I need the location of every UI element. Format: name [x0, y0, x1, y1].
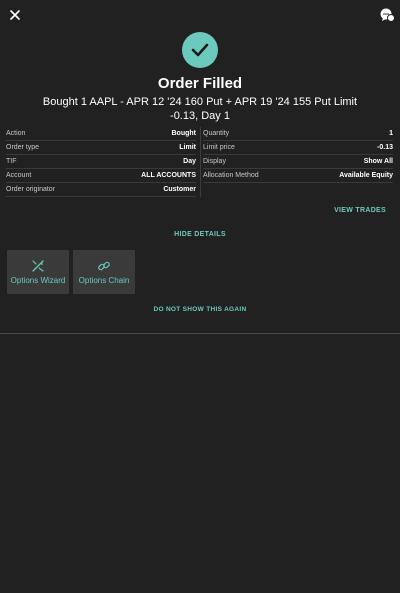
- detail-label: Quantity: [203, 130, 230, 137]
- do-not-show-again-link[interactable]: DO NOT SHOW THIS AGAIN: [0, 306, 400, 313]
- section-divider: [0, 333, 400, 334]
- detail-row-order-type: Order type Limit: [6, 141, 196, 155]
- detail-label: Order originator: [6, 186, 56, 193]
- tile-label: Options Wizard: [10, 276, 66, 285]
- success-check-badge: [182, 32, 218, 68]
- order-details: Action Bought Order type Limit TIF Day A…: [6, 127, 394, 199]
- detail-label: Limit price: [203, 144, 235, 151]
- quick-actions: Options Wizard Options Chain: [7, 250, 135, 294]
- tile-label: Options Chain: [78, 276, 130, 285]
- close-icon: [10, 10, 20, 20]
- detail-value: Show All: [363, 158, 393, 165]
- close-button[interactable]: [6, 6, 24, 24]
- link-icon: [98, 261, 110, 271]
- details-left-column: Action Bought Order type Limit TIF Day A…: [6, 127, 196, 197]
- detail-value: Bought: [171, 130, 197, 137]
- detail-label: Allocation Method: [203, 172, 259, 179]
- detail-row-limit-price: Limit price -0.13: [203, 141, 393, 155]
- detail-value: Customer: [163, 186, 196, 193]
- detail-value: Available Equity: [339, 172, 393, 179]
- detail-value: ALL ACCOUNTS: [141, 172, 196, 179]
- checkmark-icon: [191, 43, 209, 57]
- detail-label: TIF: [6, 158, 17, 165]
- options-wizard-button[interactable]: Options Wizard: [7, 250, 69, 294]
- column-divider: [200, 127, 201, 197]
- options-chain-button[interactable]: Options Chain: [73, 250, 135, 294]
- chat-icon: [380, 8, 395, 22]
- order-status-title: Order Filled: [157, 75, 243, 92]
- detail-label: Order type: [6, 144, 40, 151]
- detail-row-allocation-method: Allocation Method Available Equity: [203, 169, 393, 183]
- detail-label: Action: [6, 130, 26, 137]
- wand-icon: [32, 260, 44, 272]
- detail-row-quantity: Quantity 1: [203, 127, 393, 141]
- top-bar: [0, 0, 400, 32]
- detail-row-tif: TIF Day: [6, 155, 196, 169]
- order-description: Bought 1 AAPL - APR 12 '24 160 Put + APR…: [42, 96, 358, 122]
- detail-value: 1: [389, 130, 393, 137]
- detail-value: -0.13: [377, 144, 393, 151]
- details-right-column: Quantity 1 Limit price -0.13 Display Sho…: [203, 127, 393, 183]
- detail-label: Display: [203, 158, 226, 165]
- detail-value: Day: [183, 158, 196, 165]
- detail-value: Limit: [179, 144, 196, 151]
- view-trades-link[interactable]: VIEW TRADES: [334, 207, 386, 214]
- detail-row-order-originator: Order originator Customer: [6, 183, 196, 197]
- detail-row-action: Action Bought: [6, 127, 196, 141]
- detail-row-display: Display Show All: [203, 155, 393, 169]
- detail-row-account: Account ALL ACCOUNTS: [6, 169, 196, 183]
- detail-label: Account: [6, 172, 32, 179]
- hide-details-link[interactable]: HIDE DETAILS: [0, 231, 400, 238]
- chat-button[interactable]: [378, 6, 396, 24]
